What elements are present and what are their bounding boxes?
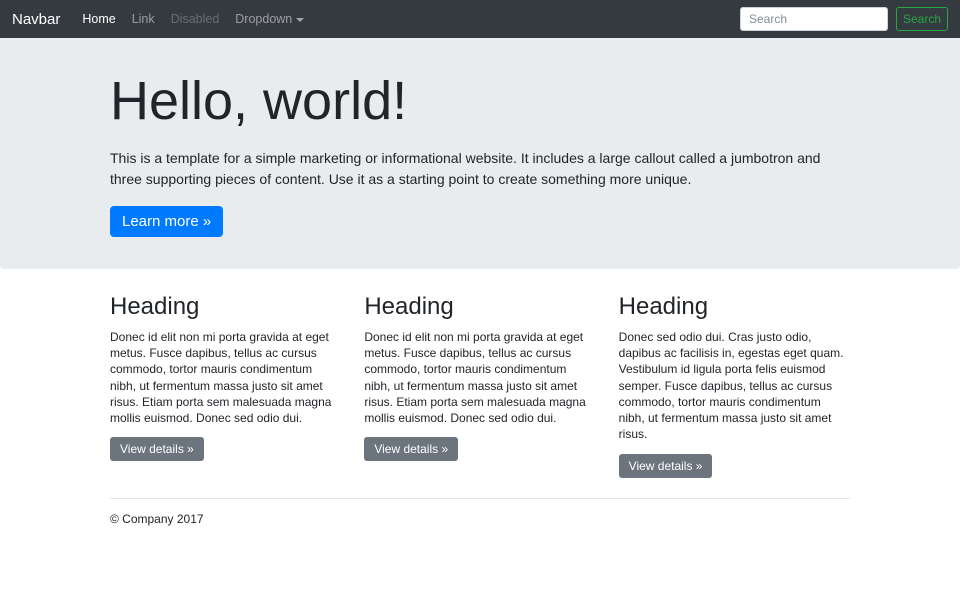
column-heading: Heading	[110, 293, 341, 322]
column-heading: Heading	[619, 293, 850, 322]
jumbotron-description: This is a template for a simple marketin…	[110, 148, 850, 190]
footer: © Company 2017	[110, 512, 850, 526]
jumbotron-title: Hello, world!	[110, 69, 850, 134]
search-input[interactable]	[740, 7, 888, 31]
search-form: Search	[740, 7, 948, 31]
column-body: Donec sed odio dui. Cras justo odio, dap…	[619, 329, 850, 443]
view-details-button-1[interactable]: View details »	[110, 437, 204, 461]
view-details-button-3[interactable]: View details »	[619, 454, 713, 478]
column-body: Donec id elit non mi porta gravida at eg…	[110, 329, 341, 427]
copyright-text: © Company 2017	[110, 512, 850, 526]
navbar: Navbar Home Link Disabled Dropdown Searc…	[0, 0, 960, 38]
column-body: Donec id elit non mi porta gravida at eg…	[364, 329, 595, 427]
footer-divider	[110, 498, 850, 499]
feature-column-3: Heading Donec sed odio dui. Cras justo o…	[619, 293, 850, 478]
search-button[interactable]: Search	[896, 7, 948, 31]
column-heading: Heading	[364, 293, 595, 322]
feature-column-1: Heading Donec id elit non mi porta gravi…	[110, 293, 341, 478]
view-details-button-2[interactable]: View details »	[364, 437, 458, 461]
navbar-brand[interactable]: Navbar	[12, 11, 60, 28]
jumbotron: Hello, world! This is a template for a s…	[0, 38, 960, 269]
nav-item-link[interactable]: Link	[124, 12, 163, 26]
navbar-nav: Home Link Disabled Dropdown	[74, 10, 312, 28]
feature-column-2: Heading Donec id elit non mi porta gravi…	[364, 293, 595, 478]
learn-more-button[interactable]: Learn more »	[110, 206, 223, 237]
feature-columns: Heading Donec id elit non mi porta gravi…	[110, 293, 850, 478]
main-content: Hello, world! This is a template for a s…	[0, 38, 960, 526]
nav-item-dropdown[interactable]: Dropdown	[227, 12, 312, 26]
nav-item-home[interactable]: Home	[74, 12, 123, 26]
caret-down-icon	[296, 18, 304, 22]
nav-item-disabled: Disabled	[163, 12, 228, 26]
dropdown-label: Dropdown	[235, 12, 292, 26]
